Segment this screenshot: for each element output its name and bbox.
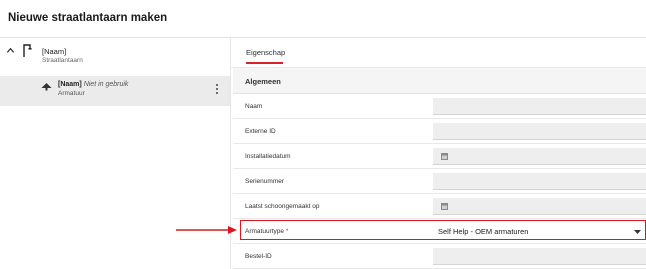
naam-input[interactable] [433,98,646,115]
tree-root-item[interactable]: [Naam] Straatlantaarn [0,38,231,72]
field-label: Installatiedatum [245,153,291,160]
armatuurtype-label-text: Armatuurtype [245,228,285,235]
tree-child-item[interactable]: [Naam] Niet in gebruik Armatuur [0,76,230,106]
field-label: Armatuurtype * [245,228,288,235]
armatuurtype-select[interactable]: Self Help - OEM armaturen [433,223,645,240]
field-row-naam: Naam [233,94,646,119]
caret-down-icon[interactable] [634,230,641,234]
field-label: Laatst schoongemaakt op [245,203,320,210]
field-label: Naam [245,103,263,110]
field-row-externe-id: Externe ID [233,119,646,144]
tree-root-type: Straatlantaarn [42,57,83,64]
streetlight-icon [23,44,32,57]
armatuurtype-value: Self Help - OEM armaturen [438,227,529,236]
field-label: Externe ID [245,128,276,135]
field-label: Serienummer [245,178,285,185]
externe-id-input[interactable] [433,123,646,140]
field-row-serienummer: Serienummer [233,169,646,194]
field-row-armatuurtype: Armatuurtype * Self Help - OEM armaturen [233,219,646,244]
field-row-installatiedatum: Installatiedatum [233,144,646,169]
section-title: Algemeen [245,77,281,86]
active-tab-indicator [246,62,283,64]
dialog-header: Nieuwe straatlantaarn maken [0,0,646,38]
tree-child-type: Armatuur [58,90,85,97]
bestel-id-input[interactable] [433,248,646,265]
calendar-icon[interactable] [441,153,448,160]
installatiedatum-input[interactable] [433,148,646,165]
field-row-bestel-id: Bestel-ID [233,244,646,269]
tree-child-status: Niet in gebruik [83,81,129,88]
required-marker: * [285,228,289,235]
section-header: Algemeen [233,68,646,94]
tab-eigenschap[interactable]: Eigenschap [246,48,285,57]
more-vertical-icon[interactable] [214,84,220,98]
field-label: Bestel-ID [245,253,272,260]
tree-child-title: [Naam] Niet in gebruik [58,81,128,88]
right-arrow-icon [176,226,237,234]
field-row-laatst-schoongemaakt: Laatst schoongemaakt op [233,194,646,219]
tree-root-name: [Naam] [42,47,67,56]
properties-panel: Eigenschap Algemeen Naam Externe ID Inst… [231,38,646,269]
light-fixture-icon [41,83,52,91]
laatst-schoongemaakt-input[interactable] [433,198,646,215]
chevron-up-icon[interactable] [6,46,15,55]
dialog-title: Nieuwe straatlantaarn maken [8,12,168,24]
serienummer-input[interactable] [433,173,646,190]
tree-child-name: [Naam] [58,81,82,88]
calendar-icon[interactable] [441,203,448,210]
